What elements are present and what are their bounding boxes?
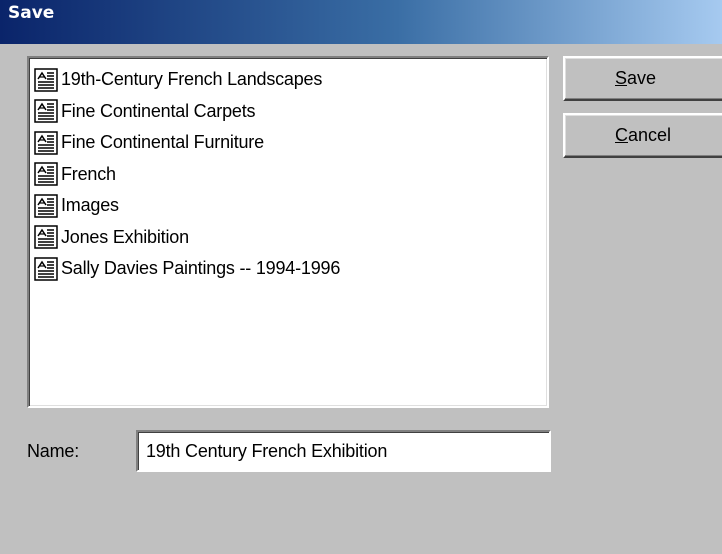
list-item-label: 19th-Century French Landscapes (61, 69, 323, 90)
cancel-button[interactable]: Cancel (563, 113, 722, 158)
list-item[interactable]: Jones Exhibition (34, 222, 547, 254)
list-item[interactable]: French (34, 159, 547, 191)
name-input[interactable] (136, 430, 551, 472)
cancel-button-label: ancel (628, 125, 672, 145)
list-item-label: Sally Davies Paintings -- 1994-1996 (61, 258, 341, 279)
title-bar[interactable]: Save (0, 0, 722, 44)
save-dialog: Save 19th-Century French Landscapes Fine… (0, 0, 722, 554)
document-icon (34, 194, 58, 218)
name-label: Name: (27, 441, 80, 461)
saved-items-list[interactable]: 19th-Century French Landscapes Fine Cont… (27, 56, 549, 408)
dialog-title: Save (8, 3, 55, 23)
list-item-label: Fine Continental Carpets (61, 100, 256, 121)
document-icon (34, 131, 58, 155)
list-item-label: Fine Continental Furniture (61, 132, 264, 153)
document-icon (34, 257, 58, 281)
document-icon (34, 225, 58, 249)
document-icon (34, 162, 58, 186)
save-button[interactable]: Save (563, 56, 722, 101)
list-item[interactable]: Fine Continental Furniture (34, 127, 547, 159)
list-item[interactable]: 19th-Century French Landscapes (34, 64, 547, 96)
list-item-label: Images (61, 195, 119, 216)
list-item-label: Jones Exhibition (61, 226, 189, 247)
list-item[interactable]: Fine Continental Carpets (34, 96, 547, 128)
document-icon (34, 68, 58, 92)
save-button-label: ave (627, 68, 657, 88)
save-button-mnemonic: S (615, 68, 628, 88)
document-icon (34, 99, 58, 123)
list-item[interactable]: Images (34, 190, 547, 222)
cancel-button-mnemonic: C (615, 125, 628, 145)
list-item[interactable]: Sally Davies Paintings -- 1994-1996 (34, 253, 547, 285)
list-item-label: French (61, 163, 116, 184)
